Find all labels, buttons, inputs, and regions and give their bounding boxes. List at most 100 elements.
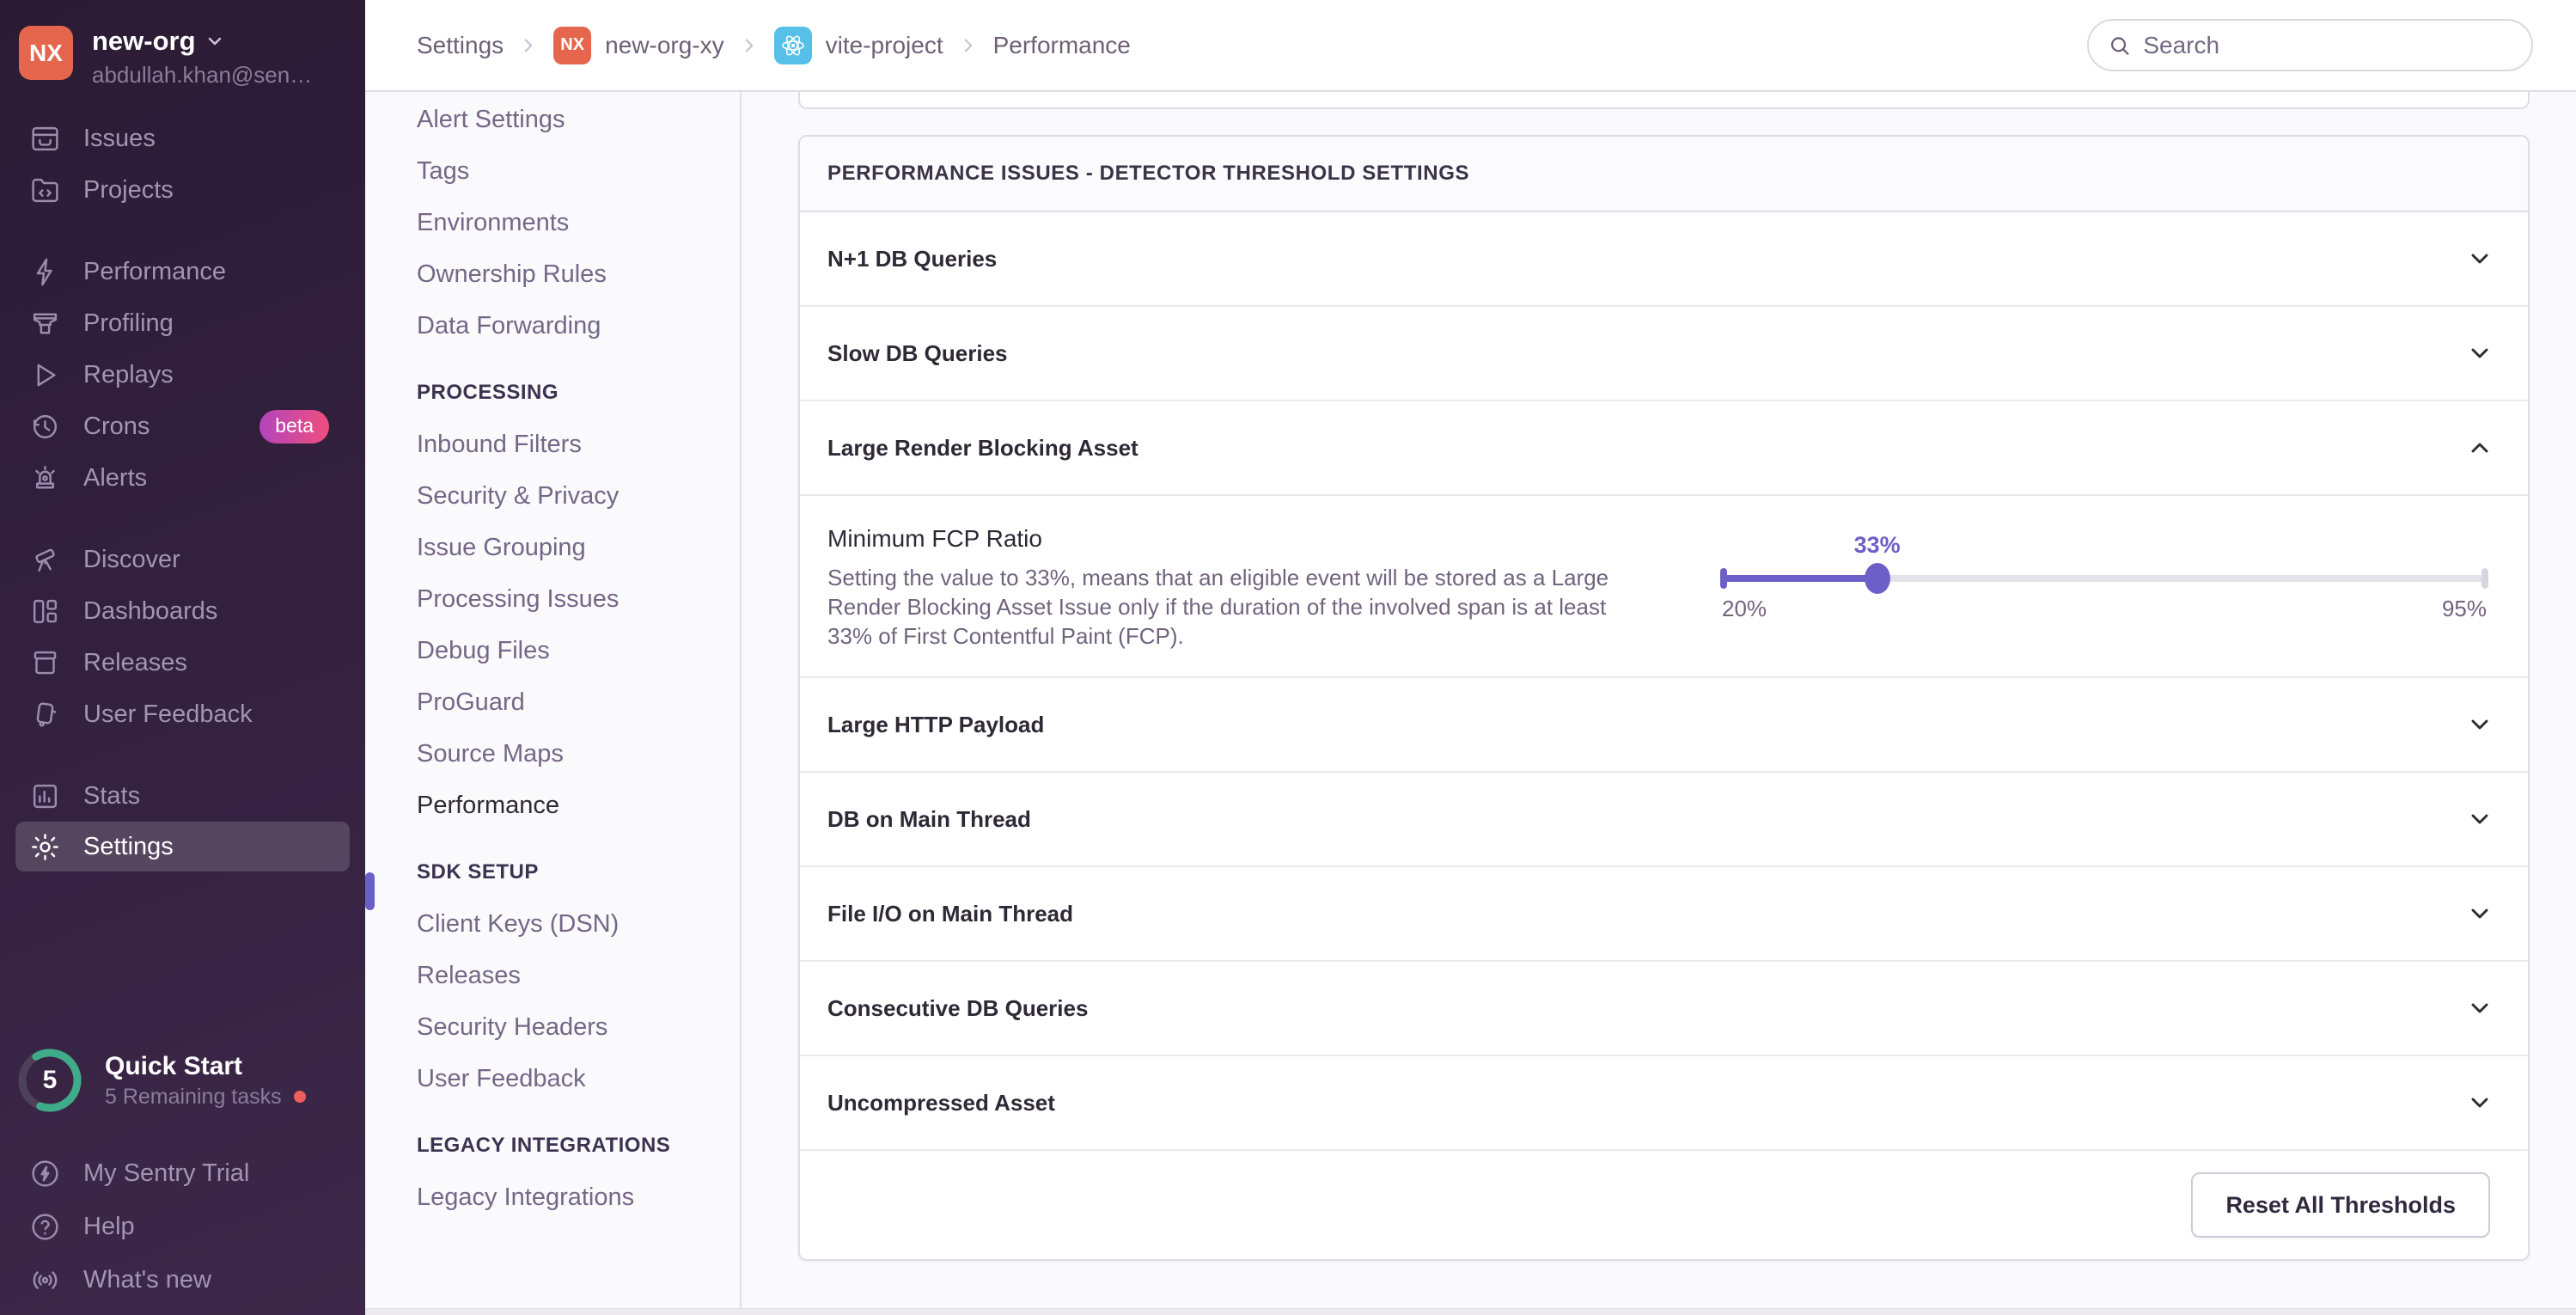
fcp-ratio-slider: 33% 20% 95% — [1720, 525, 2488, 645]
accordion-row-large-http-payload[interactable]: Large HTTP Payload — [800, 678, 2528, 773]
slider-track[interactable] — [1720, 563, 2488, 594]
search-box[interactable] — [2087, 19, 2533, 71]
chevron-down-icon — [2466, 994, 2494, 1022]
slider-min-tick — [1720, 568, 1727, 589]
nav-processing-issues[interactable]: Processing Issues — [365, 573, 740, 625]
search-icon — [2110, 36, 2129, 55]
feedback-icon — [36, 701, 57, 727]
quick-start-subtitle: 5 Remaining tasks — [105, 1084, 282, 1109]
nav-legacy-integrations[interactable]: Legacy Integrations — [365, 1171, 740, 1223]
nav-issue-grouping[interactable]: Issue Grouping — [365, 522, 740, 573]
row-label: Large HTTP Payload — [827, 711, 1045, 737]
reset-all-thresholds-button[interactable]: Reset All Thresholds — [2191, 1172, 2490, 1238]
siren-icon — [35, 465, 55, 489]
notification-dot — [293, 1091, 306, 1103]
setting-description: Setting the value to 33%, means that an … — [827, 565, 1609, 649]
issues-icon — [32, 126, 58, 150]
breadcrumb-org[interactable]: new-org-xy — [605, 32, 723, 59]
chevron-right-icon — [957, 34, 980, 57]
panel-footer: Reset All Thresholds — [800, 1151, 2528, 1259]
sidebar-item-user-feedback[interactable]: User Feedback — [0, 688, 365, 740]
sidebar-item-label: Stats — [83, 781, 141, 810]
sidebar-item-alerts[interactable]: Alerts — [0, 452, 365, 504]
sidebar-item-replays[interactable]: Replays — [0, 349, 365, 401]
projects-icon — [32, 178, 58, 202]
org-avatar: NX — [19, 26, 73, 80]
sidebar-item-stats[interactable]: Stats — [0, 770, 365, 822]
panel-header: PERFORMANCE ISSUES - DETECTOR THRESHOLD … — [800, 137, 2528, 212]
breadcrumb-project[interactable]: vite-project — [826, 32, 943, 59]
slider-max-label: 95% — [2441, 596, 2487, 621]
nav-data-forwarding[interactable]: Data Forwarding — [365, 300, 740, 352]
nav-ownership-rules[interactable]: Ownership Rules — [365, 248, 740, 300]
nav-source-maps[interactable]: Source Maps — [365, 728, 740, 780]
breadcrumb-settings[interactable]: Settings — [417, 32, 504, 59]
nav-security-headers[interactable]: Security Headers — [365, 1001, 740, 1053]
row-label: Large Render Blocking Asset — [827, 434, 1138, 461]
accordion-row-consecutive-db[interactable]: Consecutive DB Queries — [800, 962, 2528, 1056]
topbar: Settings NX new-org-xy vite-project Perf… — [365, 0, 2576, 92]
chevron-down-icon — [2466, 1089, 2494, 1116]
slider-value-label: 33% — [1853, 532, 1901, 558]
accordion-row-uncompressed-asset[interactable]: Uncompressed Asset — [800, 1056, 2528, 1151]
threshold-settings-panel: PERFORMANCE ISSUES - DETECTOR THRESHOLD … — [798, 135, 2530, 1261]
main-area: PERFORMANCE ISSUES - DETECTOR THRESHOLD … — [742, 92, 2576, 1315]
beta-badge: beta — [259, 409, 329, 443]
search-input[interactable] — [2143, 31, 2512, 59]
nav-environments[interactable]: Environments — [365, 197, 740, 248]
scrolled-panel-edge — [798, 92, 2530, 109]
accordion-row-db-main-thread[interactable]: DB on Main Thread — [800, 773, 2528, 867]
chevron-down-icon — [2466, 805, 2494, 833]
slider-thumb[interactable] — [1864, 563, 1890, 594]
app-root: NX new-org abdullah.khan@sen… Issues Pro… — [0, 0, 2576, 1315]
row-label: N+1 DB Queries — [827, 245, 998, 272]
sidebar-item-label: Dashboards — [83, 596, 218, 625]
nav-tags[interactable]: Tags — [365, 145, 740, 197]
row-label: DB on Main Thread — [827, 805, 1031, 832]
nav-alert-settings[interactable]: Alert Settings — [365, 94, 740, 145]
nav-inbound-filters[interactable]: Inbound Filters — [365, 419, 740, 470]
sidebar-item-label: Help — [83, 1212, 135, 1240]
nav-proguard[interactable]: ProGuard — [365, 676, 740, 728]
settings-nav: Alert Settings Tags Environments Ownersh… — [365, 92, 742, 1315]
accordion-row-slow-db[interactable]: Slow DB Queries — [800, 307, 2528, 401]
quick-start[interactable]: 5 Quick Start 5 Remaining tasks — [0, 1045, 365, 1116]
chevron-down-icon — [2466, 711, 2494, 738]
slider-fill — [1722, 575, 1877, 582]
sidebar-item-label: Replays — [83, 360, 174, 388]
sidebar-item-profiling[interactable]: Profiling — [0, 297, 365, 349]
sidebar-item-performance[interactable]: Performance — [0, 246, 365, 297]
sidebar-item-releases[interactable]: Releases — [0, 637, 365, 688]
sidebar-item-issues[interactable]: Issues — [0, 113, 365, 164]
sidebar-item-trial[interactable]: My Sentry Trial — [0, 1147, 365, 1200]
accordion-row-file-io-main-thread[interactable]: File I/O on Main Thread — [800, 867, 2528, 962]
nav-heading-processing: PROCESSING — [417, 381, 559, 404]
sidebar-item-projects[interactable]: Projects — [0, 164, 365, 216]
horizontal-scrollbar-track[interactable] — [365, 1308, 2576, 1315]
nav-performance[interactable]: Performance — [365, 780, 740, 831]
sidebar-item-dashboards[interactable]: Dashboards — [0, 585, 365, 637]
accordion-row-large-render-blocking[interactable]: Large Render Blocking Asset — [800, 401, 2528, 496]
play-icon — [37, 364, 56, 386]
nav-client-keys[interactable]: Client Keys (DSN) — [365, 898, 740, 950]
org-badge: NX — [553, 26, 592, 64]
nav-debug-files[interactable]: Debug Files — [365, 625, 740, 676]
accordion-row-n-plus-one-db[interactable]: N+1 DB Queries — [800, 212, 2528, 307]
sidebar-item-whats-new[interactable]: What's new — [0, 1253, 365, 1306]
row-label: File I/O on Main Thread — [827, 900, 1074, 927]
archive-icon — [34, 651, 57, 674]
org-email: abdullah.khan@sen… — [92, 62, 313, 88]
nav-user-feedback[interactable]: User Feedback — [365, 1053, 740, 1104]
sidebar-item-help[interactable]: Help — [0, 1200, 365, 1253]
org-switcher[interactable]: NX new-org abdullah.khan@sen… — [0, 0, 365, 107]
nav-heading-legacy: LEGACY INTEGRATIONS — [417, 1134, 671, 1157]
breadcrumb-page: Performance — [992, 31, 1131, 58]
chevron-down-icon — [2466, 900, 2494, 927]
sidebar-item-crons[interactable]: Crons beta — [0, 401, 365, 452]
nav-releases[interactable]: Releases — [365, 950, 740, 1001]
sidebar-item-discover[interactable]: Discover — [0, 534, 365, 585]
sidebar-item-label: Releases — [83, 648, 187, 676]
sidebar-item-settings[interactable]: Settings — [15, 822, 350, 872]
sidebar-item-label: My Sentry Trial — [83, 1159, 250, 1187]
nav-security-privacy[interactable]: Security & Privacy — [365, 470, 740, 522]
